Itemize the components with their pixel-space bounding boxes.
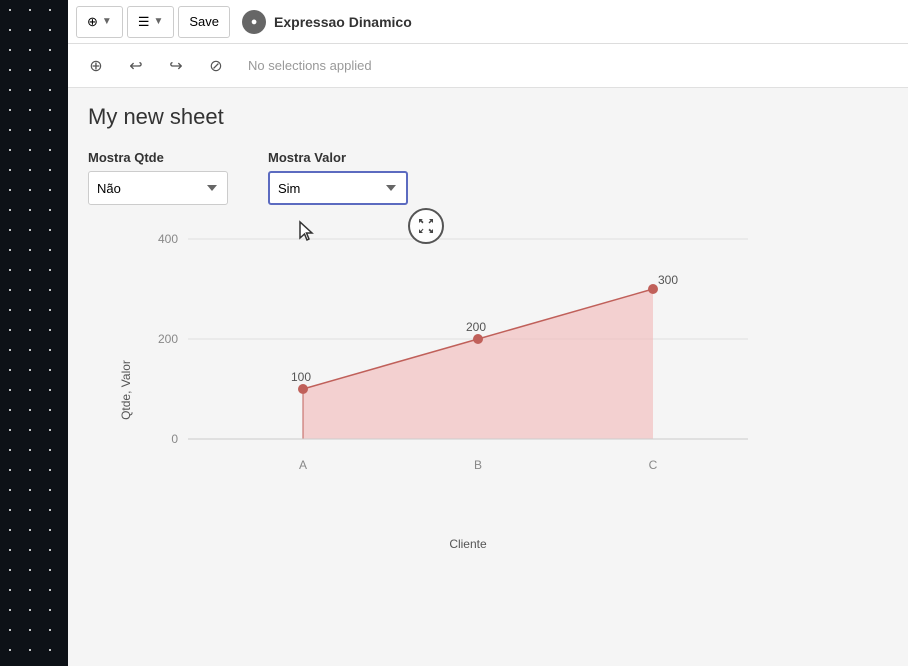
sheet-area: My new sheet Mostra Qtde Não Sim Mostra …	[68, 88, 908, 666]
clear-icon: ⊘	[209, 56, 222, 76]
qtde-label: Mostra Qtde	[88, 150, 228, 165]
data-point-b	[473, 334, 483, 344]
chart-area	[303, 289, 653, 439]
list-icon: ☰	[138, 14, 150, 30]
qtde-select[interactable]: Não Sim	[88, 171, 228, 205]
svg-text:400: 400	[158, 232, 178, 246]
valor-select[interactable]: Não Sim	[268, 171, 408, 205]
no-selections-text: No selections applied	[248, 58, 372, 73]
app-icon: ●	[242, 10, 266, 34]
expand-icon[interactable]	[408, 208, 444, 244]
svg-text:A: A	[299, 458, 307, 472]
undo-icon: ↩	[129, 56, 142, 76]
data-point-a	[298, 384, 308, 394]
compass-icon: ⊕	[87, 14, 98, 30]
zoom-select-icon: ⊕	[89, 56, 102, 76]
svg-text:0: 0	[171, 432, 178, 446]
app-name-section: ● Expressao Dinamico	[242, 10, 412, 34]
value-label-c: 300	[658, 273, 678, 287]
sheet-title: My new sheet	[88, 104, 888, 130]
svg-text:B: B	[474, 458, 482, 472]
compass-button[interactable]: ⊕ ▼	[76, 6, 123, 38]
compass-chevron-icon: ▼	[102, 16, 112, 27]
chart-svg: 400 200 0 A B C 100 2	[128, 229, 808, 529]
redo-button[interactable]: ↪	[160, 50, 192, 82]
list-button[interactable]: ☰ ▼	[127, 6, 175, 38]
app-icon-text: ●	[251, 16, 258, 28]
control-group-qtde: Mostra Qtde Não Sim	[88, 150, 228, 205]
redo-icon: ↪	[169, 56, 182, 76]
value-label-a: 100	[291, 370, 311, 384]
save-label: Save	[189, 14, 219, 29]
svg-text:C: C	[649, 458, 658, 472]
selection-bar: ⊕ ↩ ↪ ⊘ No selections applied	[68, 44, 908, 88]
expand-arrows-icon	[418, 218, 434, 234]
list-chevron-icon: ▼	[153, 16, 163, 27]
app-name: Expressao Dinamico	[274, 14, 412, 30]
control-group-valor: Mostra Valor Não Sim	[268, 150, 408, 205]
clear-button[interactable]: ⊘	[200, 50, 232, 82]
save-button[interactable]: Save	[178, 6, 230, 38]
undo-button[interactable]: ↩	[120, 50, 152, 82]
zoom-select-button[interactable]: ⊕	[80, 50, 112, 82]
valor-label: Mostra Valor	[268, 150, 408, 165]
sidebar	[0, 0, 68, 666]
value-label-b: 200	[466, 320, 486, 334]
toolbar: ⊕ ▼ ☰ ▼ Save ● Expressao Dinamico	[68, 0, 908, 44]
svg-text:200: 200	[158, 332, 178, 346]
data-point-c	[648, 284, 658, 294]
controls-row: Mostra Qtde Não Sim Mostra Valor Não Sim	[88, 150, 888, 205]
chart-y-label: Qtde, Valor	[119, 360, 133, 420]
chart-wrapper: Qtde, Valor 400 200 0 A B C	[88, 229, 808, 551]
main-content: ⊕ ▼ ☰ ▼ Save ● Expressao Dinamico ⊕ ↩ ↪ …	[68, 0, 908, 666]
chart-x-label: Cliente	[128, 537, 808, 551]
